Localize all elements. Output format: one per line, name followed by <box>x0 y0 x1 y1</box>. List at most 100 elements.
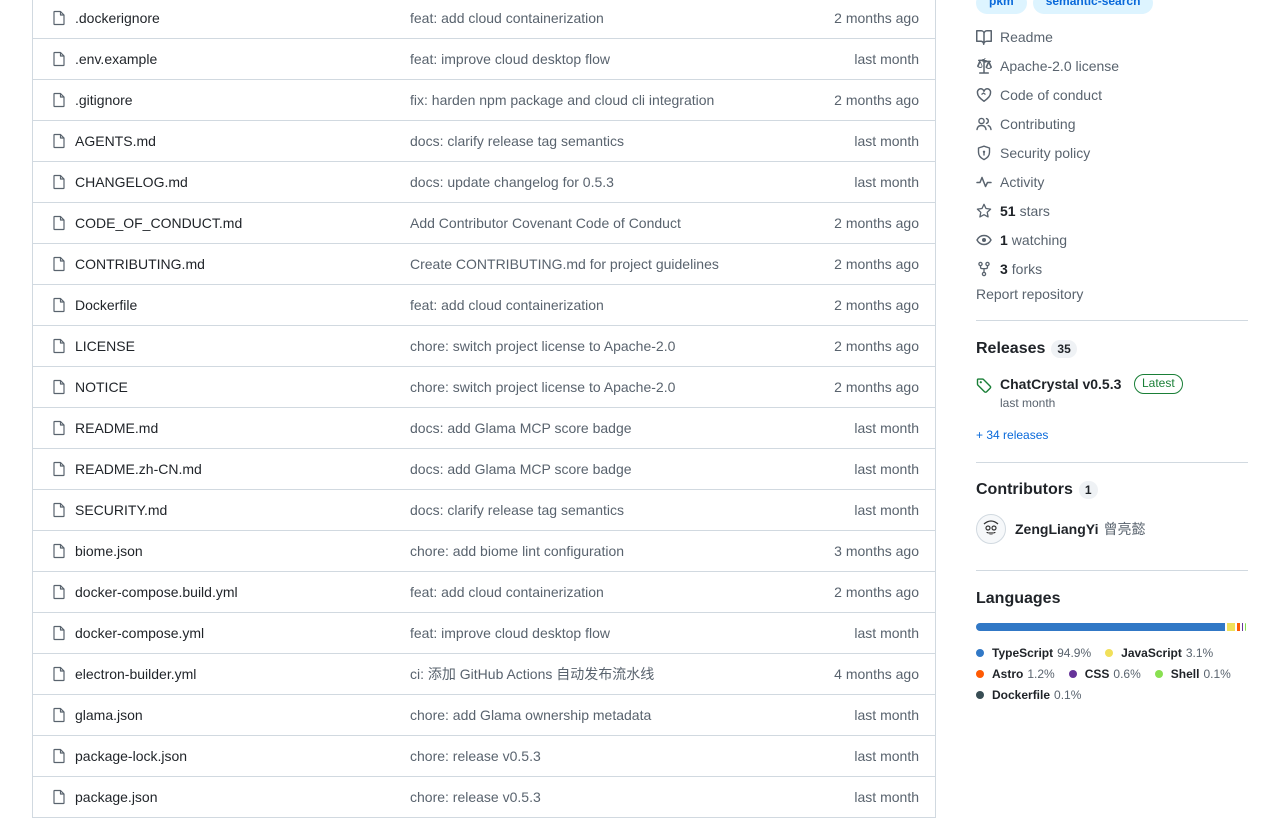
file-icon <box>51 51 67 67</box>
language-item[interactable]: CSS0.6% <box>1069 663 1141 684</box>
topic-pkm[interactable]: pkm <box>976 0 1027 14</box>
divider <box>976 570 1248 571</box>
releases-heading[interactable]: Releases 35 <box>976 340 1077 358</box>
file-name-link[interactable]: README.md <box>75 420 158 436</box>
watching-link[interactable]: 1 watching <box>976 225 1248 254</box>
readme-label: Readme <box>1000 29 1053 45</box>
commit-age: 2 months ago <box>834 92 919 108</box>
commit-message-link[interactable]: Add Contributor Covenant Code of Conduct <box>410 215 681 231</box>
file-name-link[interactable]: biome.json <box>75 543 143 559</box>
avatar[interactable] <box>976 514 1006 544</box>
file-name-link[interactable]: package.json <box>75 789 158 805</box>
report-repository-link[interactable]: Report repository <box>976 286 1083 302</box>
file-icon <box>51 789 67 805</box>
commit-message-link[interactable]: chore: add Glama ownership metadata <box>410 707 651 723</box>
language-bar-segment <box>1242 623 1244 631</box>
language-bar-segment <box>1237 623 1240 631</box>
watching-count: 1 <box>1000 232 1008 248</box>
readme-link[interactable]: Readme <box>976 22 1248 51</box>
contributors-count: 1 <box>1079 481 1098 499</box>
file-name-link[interactable]: glama.json <box>75 707 143 723</box>
watching-label: watching <box>1012 232 1067 248</box>
file-name-link[interactable]: .env.example <box>75 51 157 67</box>
commit-message-link[interactable]: chore: release v0.5.3 <box>410 748 541 764</box>
commit-message-link[interactable]: chore: switch project license to Apache-… <box>410 338 675 354</box>
file-icon <box>51 502 67 518</box>
file-name-link[interactable]: package-lock.json <box>75 748 187 764</box>
star-icon <box>976 203 992 219</box>
code-of-conduct-link[interactable]: Code of conduct <box>976 80 1248 109</box>
file-row: Dockerfile feat: add cloud containerizati… <box>33 285 935 326</box>
file-name-link[interactable]: SECURITY.md <box>75 502 167 518</box>
file-name-link[interactable]: CODE_OF_CONDUCT.md <box>75 215 242 231</box>
language-item[interactable]: TypeScript94.9% <box>976 642 1091 663</box>
commit-message-link[interactable]: feat: add cloud containerization <box>410 584 604 600</box>
file-name-link[interactable]: NOTICE <box>75 379 128 395</box>
contributors-heading[interactable]: Contributors 1 <box>976 481 1098 499</box>
file-name-link[interactable]: electron-builder.yml <box>75 666 196 682</box>
language-bar-segment <box>1227 623 1235 631</box>
commit-message-link[interactable]: docs: update changelog for 0.5.3 <box>410 174 614 190</box>
language-percent: 3.1% <box>1186 646 1213 660</box>
commit-message-link[interactable]: chore: add biome lint configuration <box>410 543 624 559</box>
file-name-link[interactable]: CHANGELOG.md <box>75 174 188 190</box>
forks-link[interactable]: 3 forks <box>976 254 1248 283</box>
commit-message-link[interactable]: chore: release v0.5.3 <box>410 789 541 805</box>
file-name-link[interactable]: .gitignore <box>75 92 133 108</box>
commit-age: last month <box>854 502 919 518</box>
language-item[interactable]: Astro1.2% <box>976 663 1055 684</box>
commit-age: 2 months ago <box>834 215 919 231</box>
file-row: NOTICE chore: switch project license to A… <box>33 367 935 408</box>
release-name[interactable]: ChatCrystal v0.5.3 <box>1000 376 1121 392</box>
commit-message-link[interactable]: docs: add Glama MCP score badge <box>410 461 632 477</box>
commit-message-link[interactable]: docs: add Glama MCP score badge <box>410 420 632 436</box>
file-icon <box>51 543 67 559</box>
language-item[interactable]: JavaScript3.1% <box>1105 642 1213 663</box>
commit-message-link[interactable]: feat: improve cloud desktop flow <box>410 51 610 67</box>
commit-message-link[interactable]: feat: add cloud containerization <box>410 297 604 313</box>
contributing-link[interactable]: Contributing <box>976 109 1248 138</box>
commit-message-link[interactable]: ci: 添加 GitHub Actions 自动发布流水线 <box>410 664 654 684</box>
language-percent: 94.9% <box>1057 646 1091 660</box>
file-name-link[interactable]: LICENSE <box>75 338 135 354</box>
file-row: LICENSE chore: switch project license to … <box>33 326 935 367</box>
language-item[interactable]: Dockerfile0.1% <box>976 684 1081 705</box>
commit-age: 2 months ago <box>834 584 919 600</box>
file-row: glama.json chore: add Glama ownership met… <box>33 695 935 736</box>
language-dot-icon <box>976 691 984 699</box>
tag-icon <box>976 377 992 393</box>
commit-message-link[interactable]: docs: clarify release tag semantics <box>410 133 624 149</box>
stars-link[interactable]: 51 stars <box>976 196 1248 225</box>
avatar-face-icon <box>980 518 1002 540</box>
commit-message-link[interactable]: feat: improve cloud desktop flow <box>410 625 610 641</box>
security-policy-link[interactable]: Security policy <box>976 138 1248 167</box>
file-icon <box>51 666 67 682</box>
file-name-link[interactable]: CONTRIBUTING.md <box>75 256 205 272</box>
commit-message-link[interactable]: feat: add cloud containerization <box>410 10 604 26</box>
divider <box>976 320 1248 321</box>
file-name-link[interactable]: AGENTS.md <box>75 133 156 149</box>
file-name-link[interactable]: docker-compose.build.yml <box>75 584 238 600</box>
file-name-link[interactable]: docker-compose.yml <box>75 625 204 641</box>
more-releases-link[interactable]: + 34 releases <box>976 428 1048 442</box>
commit-message-link[interactable]: docs: clarify release tag semantics <box>410 502 624 518</box>
code-of-conduct-label: Code of conduct <box>1000 87 1102 103</box>
file-icon <box>51 625 67 641</box>
language-percent: 1.2% <box>1027 667 1054 681</box>
file-name-link[interactable]: .dockerignore <box>75 10 160 26</box>
commit-message-link[interactable]: Create CONTRIBUTING.md for project guide… <box>410 256 719 272</box>
commit-message-link[interactable]: fix: harden npm package and cloud cli in… <box>410 92 714 108</box>
language-percent: 0.1% <box>1054 688 1081 702</box>
activity-link[interactable]: Activity <box>976 167 1248 196</box>
language-item[interactable]: Shell0.1% <box>1155 663 1231 684</box>
license-link[interactable]: Apache-2.0 license <box>976 51 1248 80</box>
commit-message-link[interactable]: chore: switch project license to Apache-… <box>410 379 675 395</box>
commit-age: last month <box>854 707 919 723</box>
contributor-item[interactable]: ZengLiangYi 曾亮懿 <box>976 514 1145 544</box>
topic-semantic-search[interactable]: semantic-search <box>1033 0 1154 14</box>
file-row: electron-builder.yml ci: 添加 GitHub Action… <box>33 654 935 695</box>
file-name-link[interactable]: Dockerfile <box>75 297 137 313</box>
language-name: CSS <box>1085 667 1110 681</box>
file-name-link[interactable]: README.zh-CN.md <box>75 461 202 477</box>
file-row: biome.json chore: add biome lint configur… <box>33 531 935 572</box>
